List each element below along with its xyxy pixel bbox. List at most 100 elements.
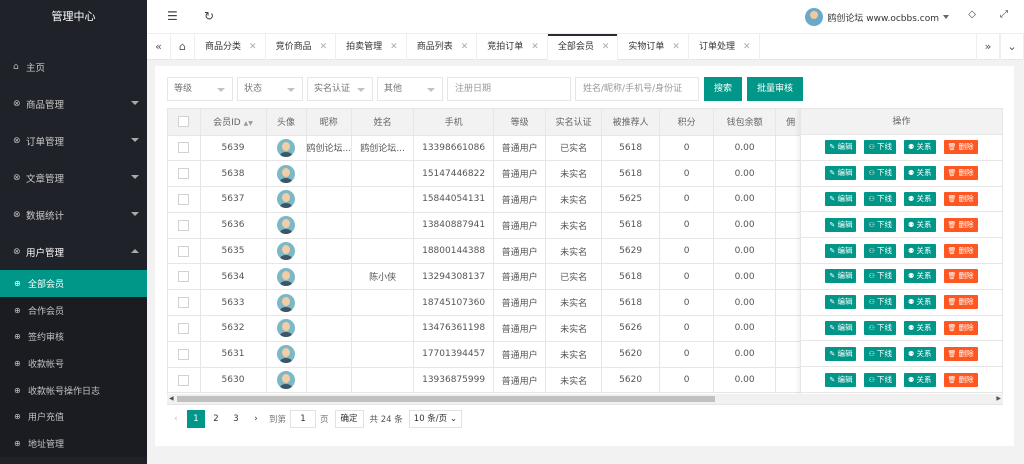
- delete-button[interactable]: 🗑 删除: [943, 295, 978, 310]
- relation-button[interactable]: ⚉ 关系: [903, 295, 936, 310]
- page-1[interactable]: 1: [187, 410, 205, 428]
- offline-button[interactable]: ⚇ 下线: [864, 346, 896, 361]
- close-icon[interactable]: ✕: [743, 42, 751, 52]
- sidebar-subitem-partner[interactable]: ⊕ 合作会员: [0, 296, 147, 324]
- batch-review-button[interactable]: 批量审核: [747, 77, 804, 101]
- prev-page-icon[interactable]: ‹: [167, 410, 185, 428]
- search-button[interactable]: 搜索: [704, 77, 743, 101]
- checkbox[interactable]: [178, 245, 190, 257]
- delete-button[interactable]: 🗑 删除: [943, 166, 978, 181]
- offline-button[interactable]: ⚇ 下线: [864, 269, 896, 284]
- checkbox[interactable]: [178, 374, 190, 386]
- edit-button[interactable]: ✎ 编辑: [825, 295, 857, 310]
- sidebar-subitem-recharge[interactable]: ⊕ 用户充值: [0, 403, 147, 431]
- delete-button[interactable]: 🗑 删除: [943, 372, 978, 387]
- edit-button[interactable]: ✎ 编辑: [825, 269, 857, 284]
- row-checkbox[interactable]: [168, 135, 201, 162]
- select-all-checkbox[interactable]: [168, 109, 201, 136]
- level-select[interactable]: 等级: [167, 77, 233, 101]
- close-icon[interactable]: ✕: [672, 42, 680, 52]
- relation-button[interactable]: ⚉ 关系: [903, 320, 936, 335]
- other-select[interactable]: 其他: [377, 77, 443, 101]
- scroll-right-icon[interactable]: ▶: [996, 394, 1001, 404]
- offline-button[interactable]: ⚇ 下线: [864, 140, 896, 155]
- fullscreen-icon[interactable]: ⤢: [1000, 9, 1008, 20]
- delete-button[interactable]: 🗑 删除: [943, 320, 978, 335]
- row-checkbox[interactable]: [168, 186, 201, 213]
- tabs-scroll-right-icon[interactable]: »: [976, 34, 1000, 60]
- close-icon[interactable]: ✕: [602, 42, 610, 52]
- sidebar-subitem-all-members[interactable]: ⊕ 全部会员: [0, 270, 147, 297]
- tab-auction-orders[interactable]: 竞拍订单 ✕: [477, 34, 548, 60]
- sidebar-subitem-sign-review[interactable]: ⊕ 签约审核: [0, 323, 147, 351]
- offline-button[interactable]: ⚇ 下线: [864, 191, 896, 206]
- row-checkbox[interactable]: [168, 238, 201, 265]
- status-select[interactable]: 状态: [237, 77, 303, 101]
- home-tab-icon[interactable]: ⌂: [171, 34, 195, 60]
- relation-button[interactable]: ⚉ 关系: [903, 217, 936, 232]
- tab-goods-list[interactable]: 商品列表 ✕: [407, 34, 478, 60]
- tab-auction-manage[interactable]: 拍卖管理 ✕: [336, 34, 407, 60]
- checkbox[interactable]: [178, 322, 190, 334]
- offline-button[interactable]: ⚇ 下线: [864, 372, 896, 387]
- search-input[interactable]: 姓名/昵称/手机号/身份证: [575, 77, 699, 101]
- relation-button[interactable]: ⚉ 关系: [903, 140, 936, 155]
- relation-button[interactable]: ⚉ 关系: [903, 243, 936, 258]
- horizontal-scrollbar[interactable]: ◀ ▶: [167, 394, 1003, 404]
- edit-button[interactable]: ✎ 编辑: [825, 346, 857, 361]
- checkbox[interactable]: [178, 348, 190, 360]
- next-page-icon[interactable]: ›: [247, 410, 265, 428]
- col-member-id[interactable]: 会员ID ▲▼: [200, 109, 267, 136]
- edit-button[interactable]: ✎ 编辑: [825, 191, 857, 206]
- checkbox[interactable]: [178, 297, 190, 309]
- edit-button[interactable]: ✎ 编辑: [825, 243, 857, 258]
- close-icon[interactable]: ✕: [390, 42, 398, 52]
- offline-button[interactable]: ⚇ 下线: [864, 217, 896, 232]
- auth-select[interactable]: 实名认证: [307, 77, 373, 101]
- relation-button[interactable]: ⚉ 关系: [903, 372, 936, 387]
- relation-button[interactable]: ⚉ 关系: [903, 346, 936, 361]
- goto-page-input[interactable]: 1: [290, 410, 317, 428]
- tab-physical-orders[interactable]: 实物订单 ✕: [618, 34, 689, 60]
- edit-button[interactable]: ✎ 编辑: [825, 166, 857, 181]
- sidebar-item-home[interactable]: ⌂ 主页: [0, 48, 147, 85]
- sidebar-subitem-account-log[interactable]: ⊕ 收款帐号操作日志: [0, 376, 147, 404]
- relation-button[interactable]: ⚉ 关系: [903, 269, 936, 284]
- row-checkbox[interactable]: [168, 212, 201, 239]
- sidebar-item-articles[interactable]: ⊗ 文章管理: [0, 159, 147, 196]
- close-icon[interactable]: ✕: [249, 42, 257, 52]
- checkbox[interactable]: [178, 219, 190, 231]
- delete-button[interactable]: 🗑 删除: [943, 269, 978, 284]
- tab-goods-category[interactable]: 商品分类 ✕: [195, 34, 266, 60]
- register-date-input[interactable]: 注册日期: [447, 77, 571, 101]
- relation-button[interactable]: ⚉ 关系: [903, 191, 936, 206]
- page-size-select[interactable]: 10 条/页 ⌄: [408, 410, 462, 428]
- goto-confirm-button[interactable]: 确定: [334, 410, 364, 428]
- tab-order-process[interactable]: 订单处理 ✕: [689, 34, 760, 60]
- checkbox[interactable]: [178, 193, 190, 205]
- delete-button[interactable]: 🗑 删除: [943, 217, 978, 232]
- tab-bid-goods[interactable]: 竞价商品 ✕: [266, 34, 337, 60]
- close-icon[interactable]: ✕: [531, 42, 539, 52]
- sidebar-subitem-accounts[interactable]: ⊕ 收款帐号: [0, 350, 147, 377]
- tab-all-members[interactable]: 全部会员 ✕: [547, 34, 619, 60]
- refresh-icon[interactable]: ↻: [204, 9, 214, 23]
- row-checkbox[interactable]: [168, 341, 201, 368]
- delete-button[interactable]: 🗑 删除: [943, 346, 978, 361]
- delete-button[interactable]: 🗑 删除: [943, 191, 978, 206]
- tabs-menu-chevron-down-icon[interactable]: ⌄: [1000, 34, 1024, 60]
- edit-button[interactable]: ✎ 编辑: [825, 217, 857, 232]
- tag-icon[interactable]: ◇: [968, 9, 976, 20]
- tabs-scroll-left-icon[interactable]: «: [147, 34, 171, 60]
- user-menu[interactable]: 鸥创论坛 www.ocbbs.com: [805, 8, 949, 26]
- row-checkbox[interactable]: [168, 315, 201, 342]
- sidebar-item-orders[interactable]: ⊗ 订单管理: [0, 122, 147, 159]
- row-checkbox[interactable]: [168, 367, 201, 394]
- close-icon[interactable]: ✕: [461, 42, 469, 52]
- page-3[interactable]: 3: [227, 410, 245, 428]
- sort-icon[interactable]: ▲▼: [244, 120, 253, 127]
- checkbox[interactable]: [178, 142, 190, 154]
- offline-button[interactable]: ⚇ 下线: [864, 243, 896, 258]
- row-checkbox[interactable]: [168, 289, 201, 317]
- scrollbar-thumb[interactable]: [177, 396, 715, 402]
